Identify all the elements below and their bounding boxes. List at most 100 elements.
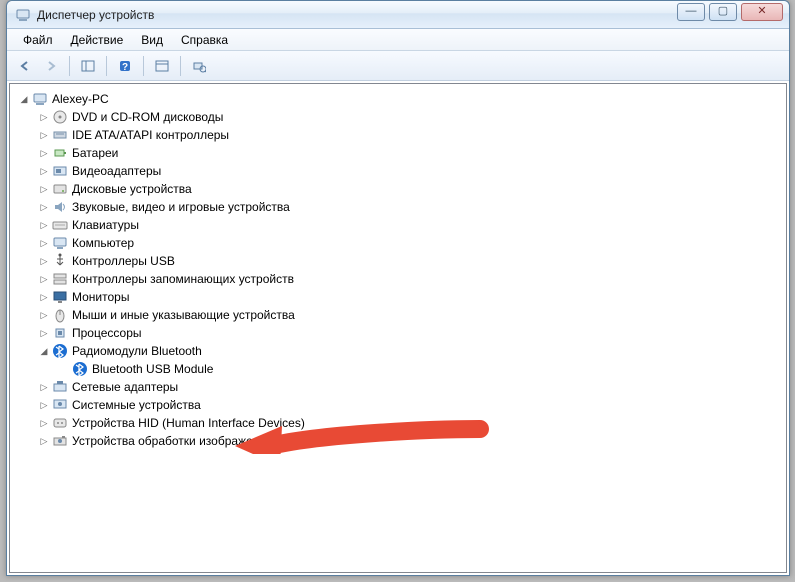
expand-icon[interactable]: ▷ (38, 201, 50, 213)
hid-icon (52, 415, 68, 431)
tree-category-label: Устройства обработки изображений (72, 434, 273, 448)
expand-icon[interactable]: ▷ (38, 417, 50, 429)
app-icon (15, 7, 31, 23)
properties-button[interactable] (150, 54, 174, 78)
tree-category[interactable]: ▷ Дисковые устройства (14, 180, 782, 198)
tree-category-label: Звуковые, видео и игровые устройства (72, 200, 290, 214)
ide-icon (52, 127, 68, 143)
bluetooth-icon (52, 343, 68, 359)
maximize-button[interactable]: ▢ (709, 3, 737, 21)
network-icon (52, 379, 68, 395)
tree-category-label: DVD и CD-ROM дисководы (72, 110, 223, 124)
expand-icon[interactable]: ▷ (38, 327, 50, 339)
expand-icon[interactable]: ▷ (38, 111, 50, 123)
expand-icon[interactable]: ▷ (38, 237, 50, 249)
tree-category-label: Мониторы (72, 290, 129, 304)
expand-icon[interactable]: ▷ (38, 147, 50, 159)
help-button[interactable]: ? (113, 54, 137, 78)
toolbar-separator (180, 56, 181, 76)
storage-icon (52, 271, 68, 287)
minimize-button[interactable]: — (677, 3, 705, 21)
expand-icon[interactable]: ▷ (38, 129, 50, 141)
svg-text:?: ? (122, 62, 128, 73)
system-icon (52, 397, 68, 413)
tree-category-label: Процессоры (72, 326, 142, 340)
menu-view[interactable]: Вид (133, 31, 171, 49)
tree-category[interactable]: ◢ Радиомодули Bluetooth (14, 342, 782, 360)
tree-category-label: Дисковые устройства (72, 182, 192, 196)
battery-icon (52, 145, 68, 161)
video-icon (52, 163, 68, 179)
window-controls: — ▢ ✕ (677, 3, 783, 21)
sound-icon (52, 199, 68, 215)
tree-category[interactable]: ▷ Мыши и иные указывающие устройства (14, 306, 782, 324)
toolbar: ? (7, 51, 789, 81)
menu-help[interactable]: Справка (173, 31, 236, 49)
expand-icon[interactable]: ▷ (38, 435, 50, 447)
scan-button[interactable] (187, 54, 211, 78)
tree-root-node[interactable]: ◢Alexey-PC (14, 90, 782, 108)
close-button[interactable]: ✕ (741, 3, 783, 21)
tree-category[interactable]: ▷ Видеоадаптеры (14, 162, 782, 180)
tree-category[interactable]: ▷ Компьютер (14, 234, 782, 252)
window-title: Диспетчер устройств (37, 8, 154, 22)
back-button[interactable] (13, 54, 37, 78)
computer-icon (52, 235, 68, 251)
monitor-icon (52, 289, 68, 305)
expand-icon[interactable]: ▷ (38, 219, 50, 231)
tree-category[interactable]: ▷Батареи (14, 144, 782, 162)
tree-category[interactable]: ▷ DVD и CD-ROM дисководы (14, 108, 782, 126)
tree-category[interactable]: ▷ Звуковые, видео и игровые устройства (14, 198, 782, 216)
expand-icon[interactable]: ▷ (38, 381, 50, 393)
collapse-icon[interactable]: ◢ (38, 345, 50, 357)
usb-icon (52, 253, 68, 269)
tree-category[interactable]: ▷ Системные устройства (14, 396, 782, 414)
tree-category[interactable]: ▷ Процессоры (14, 324, 782, 342)
toolbar-separator (69, 56, 70, 76)
show-hide-tree-button[interactable] (76, 54, 100, 78)
cpu-icon (52, 325, 68, 341)
imaging-icon (52, 433, 68, 449)
tree-category-label: Видеоадаптеры (72, 164, 161, 178)
disc-icon (52, 109, 68, 125)
tree-category-label: Радиомодули Bluetooth (72, 344, 202, 358)
tree-device[interactable]: Bluetooth USB Module (14, 360, 782, 378)
tree-category[interactable]: ▷ Сетевые адаптеры (14, 378, 782, 396)
tree-category-label: Компьютер (72, 236, 134, 250)
mouse-icon (52, 307, 68, 323)
expand-icon[interactable]: ▷ (38, 165, 50, 177)
tree-category-label: Сетевые адаптеры (72, 380, 178, 394)
expand-icon[interactable]: ▷ (38, 309, 50, 321)
tree-category[interactable]: ▷ Мониторы (14, 288, 782, 306)
tree-category[interactable]: ▷ Контроллеры запоминающих устройств (14, 270, 782, 288)
keyboard-icon (52, 217, 68, 233)
tree-category-label: Системные устройства (72, 398, 201, 412)
titlebar: Диспетчер устройств — ▢ ✕ (7, 1, 789, 29)
tree-category[interactable]: ▷Контроллеры USB (14, 252, 782, 270)
computer-icon (32, 91, 48, 107)
device-tree-panel[interactable]: ◢Alexey-PC ▷ DVD и CD-ROM дисководы ▷ IDE AT… (9, 83, 787, 573)
expand-icon[interactable]: ▷ (38, 183, 50, 195)
tree-category-label: Устройства HID (Human Interface Devices) (72, 416, 305, 430)
tree-category[interactable]: ▷ IDE ATA/ATAPI контроллеры (14, 126, 782, 144)
toolbar-separator (143, 56, 144, 76)
expand-icon[interactable]: ▷ (38, 291, 50, 303)
disk-icon (52, 181, 68, 197)
tree-category-label: Мыши и иные указывающие устройства (72, 308, 295, 322)
menu-action[interactable]: Действие (63, 31, 132, 49)
expand-icon[interactable]: ▷ (38, 273, 50, 285)
expand-icon[interactable]: ▷ (38, 399, 50, 411)
menubar: Файл Действие Вид Справка (7, 29, 789, 51)
menu-file[interactable]: Файл (15, 31, 61, 49)
forward-button[interactable] (39, 54, 63, 78)
toolbar-separator (106, 56, 107, 76)
tree-category-label: IDE ATA/ATAPI контроллеры (72, 128, 229, 142)
tree-category[interactable]: ▷ Клавиатуры (14, 216, 782, 234)
tree-category-label: Клавиатуры (72, 218, 139, 232)
expand-icon[interactable]: ▷ (38, 255, 50, 267)
collapse-icon[interactable]: ◢ (18, 93, 30, 105)
tree-category[interactable]: ▷ Устройства HID (Human Interface Devices… (14, 414, 782, 432)
tree-category[interactable]: ▷ Устройства обработки изображений (14, 432, 782, 450)
tree-device-label: Bluetooth USB Module (92, 362, 213, 376)
tree-category-label: Контроллеры запоминающих устройств (72, 272, 294, 286)
